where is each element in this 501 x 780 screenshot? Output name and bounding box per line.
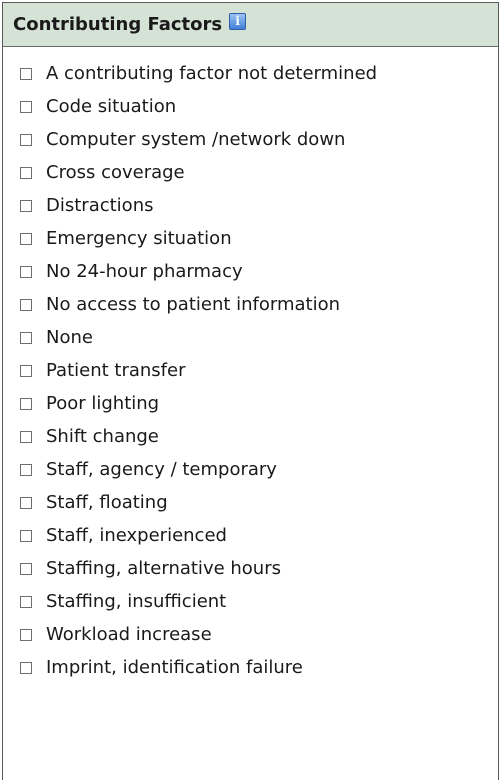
factor-item[interactable]: Workload increase	[20, 618, 498, 651]
factor-checkbox[interactable]	[20, 595, 32, 608]
factor-label[interactable]: Cross coverage	[46, 162, 185, 183]
factor-label[interactable]: No access to patient information	[46, 294, 340, 315]
factor-checkbox[interactable]	[20, 628, 32, 641]
factor-item[interactable]: Patient transfer	[20, 354, 498, 387]
factor-list: A contributing factor not determined Cod…	[3, 47, 498, 684]
factor-checkbox[interactable]	[20, 364, 32, 377]
factor-label[interactable]: Patient transfer	[46, 360, 185, 381]
factor-checkbox[interactable]	[20, 661, 32, 674]
factor-checkbox[interactable]	[20, 331, 32, 344]
factor-item[interactable]: Computer system /network down	[20, 123, 498, 156]
panel-header: Contributing Factors i	[3, 3, 498, 47]
factor-item[interactable]: Staff, floating	[20, 486, 498, 519]
factor-label[interactable]: Shift change	[46, 426, 159, 447]
factor-label[interactable]: Staff, floating	[46, 492, 168, 513]
factor-item[interactable]: Code situation	[20, 90, 498, 123]
factor-label[interactable]: Staffing, alternative hours	[46, 558, 281, 579]
factor-label[interactable]: Staff, inexperienced	[46, 525, 227, 546]
factor-item[interactable]: Poor lighting	[20, 387, 498, 420]
factor-item[interactable]: Shift change	[20, 420, 498, 453]
factor-checkbox[interactable]	[20, 463, 32, 476]
factor-item[interactable]: Cross coverage	[20, 156, 498, 189]
factor-item[interactable]: Staffing, insufficient	[20, 585, 498, 618]
factor-checkbox[interactable]	[20, 199, 32, 212]
factor-label[interactable]: No 24-hour pharmacy	[46, 261, 243, 282]
factor-label[interactable]: Distractions	[46, 195, 153, 216]
factor-label[interactable]: None	[46, 327, 93, 348]
factor-item[interactable]: A contributing factor not determined	[20, 57, 498, 90]
factor-label[interactable]: Poor lighting	[46, 393, 159, 414]
factor-checkbox[interactable]	[20, 265, 32, 278]
factor-label[interactable]: Staff, agency / temporary	[46, 459, 277, 480]
factor-item[interactable]: Staff, inexperienced	[20, 519, 498, 552]
factor-checkbox[interactable]	[20, 166, 32, 179]
factor-item[interactable]: No access to patient information	[20, 288, 498, 321]
factor-item[interactable]: No 24-hour pharmacy	[20, 255, 498, 288]
factor-checkbox[interactable]	[20, 232, 32, 245]
info-icon[interactable]: i	[229, 13, 247, 30]
factor-item[interactable]: Staffing, alternative hours	[20, 552, 498, 585]
factor-item[interactable]: Distractions	[20, 189, 498, 222]
factor-label[interactable]: Emergency situation	[46, 228, 232, 249]
factor-checkbox[interactable]	[20, 562, 32, 575]
factor-checkbox[interactable]	[20, 133, 32, 146]
factor-label[interactable]: Code situation	[46, 96, 176, 117]
factor-checkbox[interactable]	[20, 67, 32, 80]
contributing-factors-panel: Contributing Factors i A contributing fa…	[2, 2, 499, 780]
factor-checkbox[interactable]	[20, 529, 32, 542]
factor-label[interactable]: A contributing factor not determined	[46, 63, 377, 84]
factor-checkbox[interactable]	[20, 298, 32, 311]
factor-checkbox[interactable]	[20, 397, 32, 410]
factor-item[interactable]: Imprint, identification failure	[20, 651, 498, 684]
factor-label[interactable]: Computer system /network down	[46, 129, 345, 150]
factor-item[interactable]: Emergency situation	[20, 222, 498, 255]
factor-item[interactable]: None	[20, 321, 498, 354]
factor-label[interactable]: Staffing, insufficient	[46, 591, 226, 612]
factor-label[interactable]: Imprint, identification failure	[46, 657, 303, 678]
factor-checkbox[interactable]	[20, 100, 32, 113]
factor-item[interactable]: Staff, agency / temporary	[20, 453, 498, 486]
panel-title: Contributing Factors	[13, 14, 223, 35]
factor-checkbox[interactable]	[20, 496, 32, 509]
factor-checkbox[interactable]	[20, 430, 32, 443]
factor-label[interactable]: Workload increase	[46, 624, 212, 645]
